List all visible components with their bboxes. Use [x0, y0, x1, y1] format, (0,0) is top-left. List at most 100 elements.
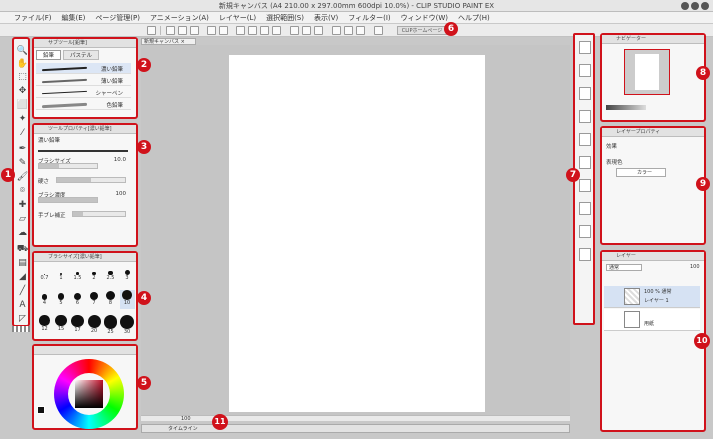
hand-icon[interactable]: ✋ — [16, 58, 29, 70]
maximize-button[interactable] — [691, 2, 699, 10]
main-color-swatch[interactable] — [37, 406, 45, 414]
slider[interactable] — [38, 197, 98, 203]
layer-row[interactable]: 用紙 — [604, 309, 700, 331]
brush-size-cell[interactable]: 20 — [87, 315, 102, 334]
eraser-icon[interactable]: ▱ — [16, 213, 29, 225]
material-icon[interactable] — [579, 133, 591, 146]
selection-icon[interactable]: ⬜ — [16, 99, 29, 111]
blend-mode-select[interactable]: 通常 — [606, 264, 642, 271]
display-settings-icon[interactable] — [374, 26, 383, 35]
snap-grid-icon[interactable] — [344, 26, 353, 35]
snap-point-icon[interactable] — [356, 26, 365, 35]
clip-studio-icon[interactable] — [147, 26, 156, 35]
snap-ruler-icon[interactable] — [332, 26, 341, 35]
new-file-icon[interactable] — [166, 26, 175, 35]
pen-icon[interactable]: ✒ — [16, 143, 29, 155]
layer-row[interactable]: 100 % 通常 レイヤー 1 — [604, 286, 700, 308]
minimize-button[interactable] — [681, 2, 689, 10]
menu-animation[interactable]: アニメーション(A) — [150, 13, 209, 23]
menu-selection[interactable]: 選択範囲(S) — [266, 13, 304, 23]
fill-bucket-icon[interactable]: ⛟ — [16, 243, 29, 255]
correct-line-icon[interactable]: ◸ — [16, 313, 29, 325]
material-icon[interactable] — [579, 179, 591, 192]
menu-window[interactable]: ウィンドウ(W) — [401, 13, 448, 23]
tab-pencil[interactable]: 鉛筆 — [36, 50, 62, 60]
navigator-preview[interactable] — [624, 49, 670, 95]
saturation-square[interactable] — [75, 380, 103, 408]
brush-dark-pencil[interactable]: 濃い鉛筆 — [36, 63, 131, 74]
fill-icon[interactable] — [248, 26, 257, 35]
prop-density[interactable]: ブラシ濃度 100 — [38, 191, 132, 203]
expand-selection-icon[interactable] — [314, 26, 323, 35]
prop-brush-size[interactable]: ブラシサイズ 10.0 — [38, 157, 132, 169]
material-icon[interactable] — [579, 156, 591, 169]
undo-icon[interactable] — [207, 26, 216, 35]
transform-icon[interactable] — [260, 26, 269, 35]
brush-colored-pencil[interactable]: 色鉛筆 — [36, 99, 131, 110]
slider[interactable] — [38, 163, 98, 169]
brush-size-cell[interactable]: 15 — [54, 315, 69, 334]
open-file-icon[interactable] — [178, 26, 187, 35]
auto-select-icon[interactable]: ✦ — [16, 113, 29, 125]
brush-mechanical-pencil[interactable]: シャーペン — [36, 87, 131, 98]
canvas-paper[interactable] — [229, 55, 485, 412]
clip-homepage-button[interactable]: CLIPホームページ — [397, 26, 447, 35]
brush-size-cell[interactable]: 8 — [103, 290, 118, 309]
figure-icon[interactable]: ◢ — [16, 271, 29, 283]
navigator-zoom-slider[interactable] — [606, 105, 646, 110]
brush-size-cell[interactable]: 12 — [37, 315, 52, 334]
brush-size-cell[interactable]: 2 — [87, 265, 102, 284]
menu-file[interactable]: ファイル(F) — [14, 13, 52, 23]
color-wheel[interactable] — [54, 359, 124, 429]
color-swatch-strip[interactable] — [12, 326, 30, 332]
operation-icon[interactable]: ⬚ — [16, 71, 29, 83]
pencil-icon[interactable]: ✎ — [16, 157, 29, 169]
slider[interactable] — [56, 177, 126, 183]
brush-size-cell[interactable]: 17 — [70, 315, 85, 334]
gradient-icon[interactable]: ▤ — [16, 257, 29, 269]
menu-filter[interactable]: フィルター(I) — [348, 13, 390, 23]
brush-icon[interactable]: 🖌 — [16, 171, 29, 183]
menu-help[interactable]: ヘルプ(H) — [458, 13, 490, 23]
eyedropper-icon[interactable]: ⁄ — [16, 127, 29, 139]
save-icon[interactable] — [190, 26, 199, 35]
clear-icon[interactable] — [236, 26, 245, 35]
expression-color-select[interactable]: カラー — [616, 168, 666, 177]
deselect-icon[interactable] — [290, 26, 299, 35]
brush-size-cell[interactable]: 7 — [87, 290, 102, 309]
menu-layer[interactable]: レイヤー(L) — [219, 13, 256, 23]
close-button[interactable] — [701, 2, 709, 10]
menu-view[interactable]: 表示(V) — [314, 13, 338, 23]
material-icon[interactable] — [579, 110, 591, 123]
brush-size-cell[interactable]: 3 — [120, 265, 135, 284]
zoom-icon[interactable]: 🔍 — [16, 45, 29, 57]
brush-size-cell[interactable]: 1.5 — [70, 265, 85, 284]
brush-size-cell[interactable]: 0.7 — [37, 265, 52, 284]
brush-light-pencil[interactable]: 薄い鉛筆 — [36, 75, 131, 86]
brush-size-cell[interactable]: 30 — [120, 315, 135, 335]
brush-size-cell[interactable]: 6 — [70, 290, 85, 309]
slider[interactable] — [72, 211, 126, 217]
text-icon[interactable]: A — [16, 299, 29, 311]
material-icon[interactable] — [579, 202, 591, 215]
tab-pastel[interactable]: パステル — [63, 50, 100, 60]
menu-page[interactable]: ページ管理(P) — [95, 13, 140, 23]
prop-hardness[interactable]: 硬さ — [38, 177, 132, 188]
canvas-tab[interactable]: 新規キャンバス × — [141, 38, 196, 45]
material-icon[interactable] — [579, 64, 591, 77]
invert-selection-icon[interactable] — [302, 26, 311, 35]
prop-stabilization[interactable]: 手ブレ補正 — [38, 211, 132, 222]
crop-icon[interactable] — [272, 26, 281, 35]
redo-icon[interactable] — [219, 26, 228, 35]
brush-size-cell[interactable]: 1 — [54, 265, 69, 284]
blend-icon[interactable]: ☁ — [16, 227, 29, 239]
brush-size-cell[interactable]: 10 — [119, 290, 135, 309]
brush-size-cell[interactable]: 5 — [54, 290, 69, 309]
frame-border-icon[interactable]: ╱ — [16, 285, 29, 297]
menu-edit[interactable]: 編集(E) — [62, 13, 86, 23]
brush-size-cell[interactable]: 4 — [37, 290, 52, 309]
brush-size-cell[interactable]: 25 — [103, 315, 118, 335]
airbrush-icon[interactable]: ⌾ — [16, 185, 29, 197]
material-icon[interactable] — [579, 41, 591, 54]
brush-size-cell[interactable]: 2.5 — [103, 265, 118, 284]
